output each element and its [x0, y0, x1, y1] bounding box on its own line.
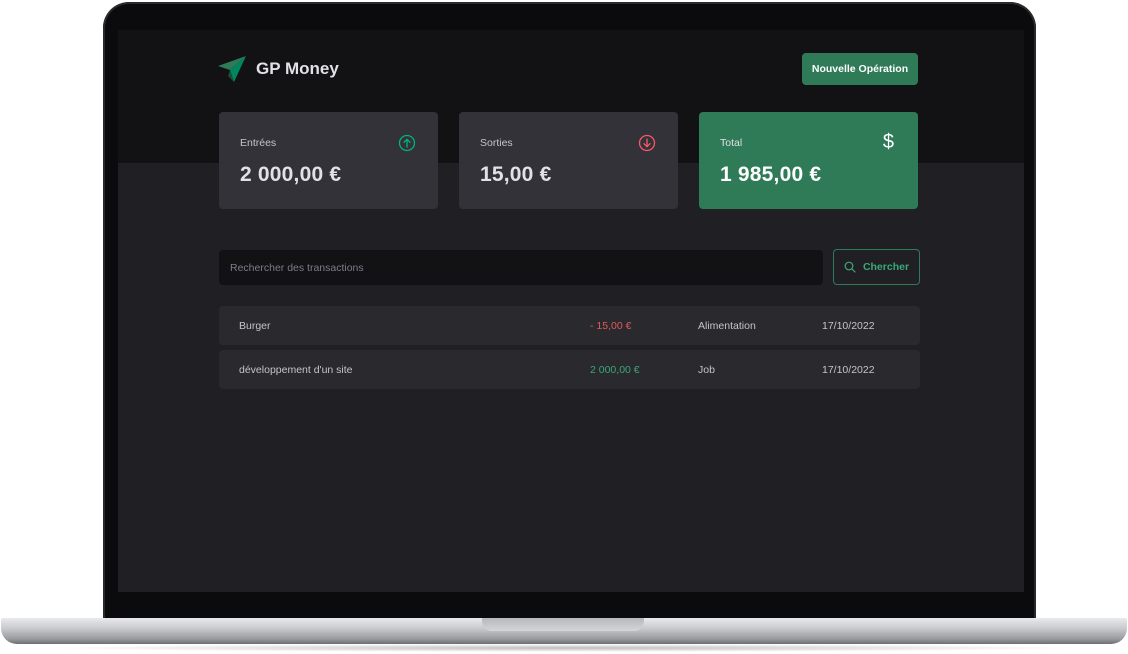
income-label: Entrées — [240, 137, 277, 149]
transaction-date: 17/10/2022 — [822, 320, 875, 332]
total-label: Total — [720, 137, 743, 149]
search-button[interactable]: Chercher — [833, 249, 920, 285]
screen: GP Money Nouvelle Opération Entrées 2 00… — [118, 30, 1024, 592]
transaction-description: développement d'un site — [239, 364, 353, 376]
transaction-row: Burger - 15,00 € Alimentation 17/10/2022 — [219, 306, 920, 345]
laptop-notch — [482, 618, 644, 631]
arrow-circle-down-icon — [638, 134, 656, 152]
income-card: Entrées 2 000,00 € — [219, 112, 438, 209]
transaction-description: Burger — [239, 320, 271, 332]
new-operation-button[interactable]: Nouvelle Opération — [802, 53, 918, 85]
paper-plane-logo-icon — [218, 56, 246, 82]
transaction-amount: 2 000,00 € — [590, 364, 640, 376]
transaction-row: développement d'un site 2 000,00 € Job 1… — [219, 350, 920, 389]
transaction-category: Alimentation — [698, 320, 756, 332]
transaction-amount: - 15,00 € — [590, 320, 632, 332]
search-icon — [844, 261, 856, 273]
dollar-icon: $ — [882, 131, 894, 153]
arrow-circle-up-icon — [398, 134, 416, 152]
outcome-label: Sorties — [480, 137, 513, 149]
logo: GP Money — [218, 56, 339, 82]
transaction-category: Job — [698, 364, 715, 376]
search-input[interactable] — [219, 250, 823, 285]
search-button-label: Chercher — [862, 261, 910, 273]
total-value: 1 985,00 € — [720, 163, 822, 186]
total-card: Total $ 1 985,00 € — [699, 112, 918, 209]
outcome-value: 15,00 € — [480, 163, 552, 186]
laptop-shadow — [40, 644, 1088, 652]
app-title: GP Money — [256, 59, 339, 78]
transaction-date: 17/10/2022 — [822, 364, 875, 376]
income-value: 2 000,00 € — [240, 163, 342, 186]
outcome-card: Sorties 15,00 € — [459, 112, 678, 209]
